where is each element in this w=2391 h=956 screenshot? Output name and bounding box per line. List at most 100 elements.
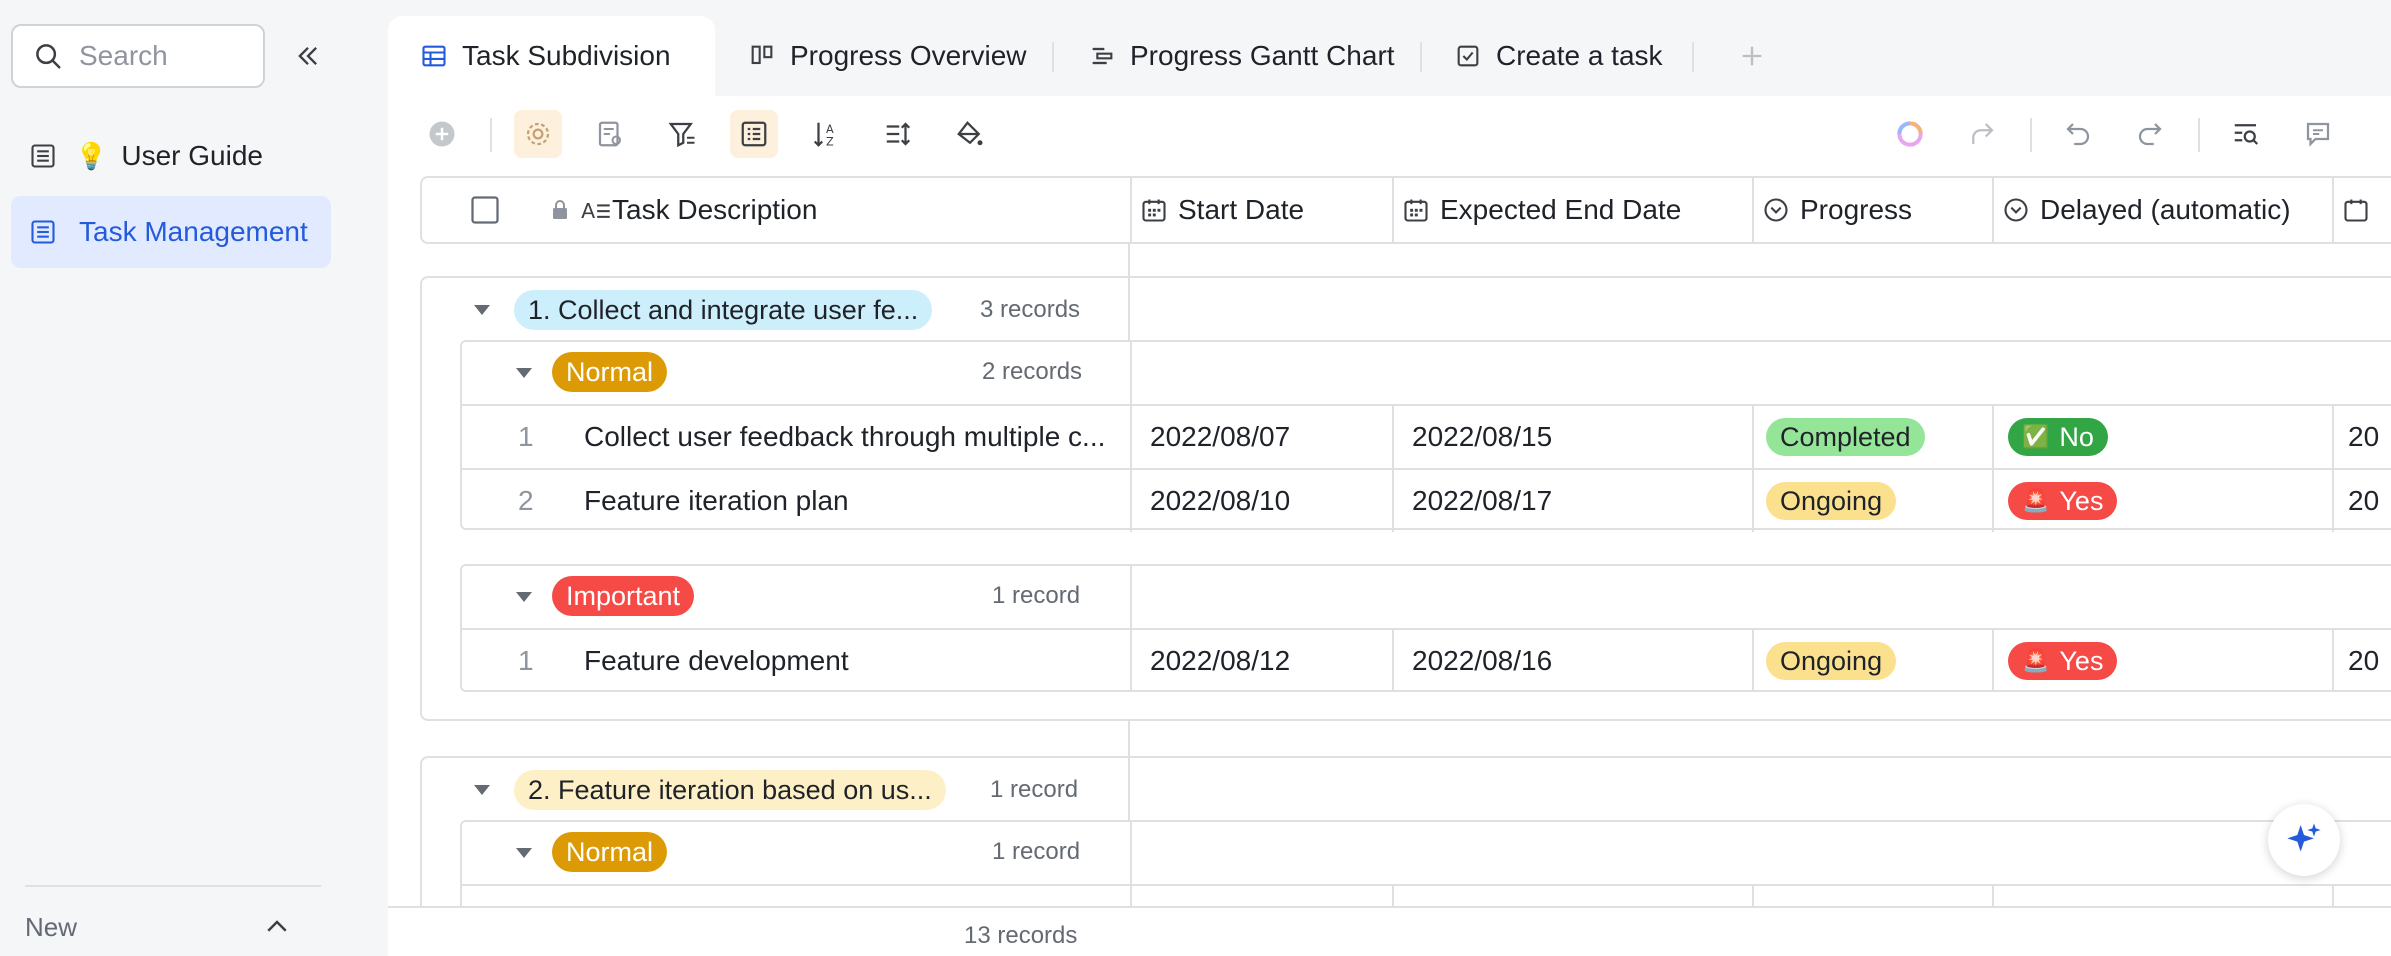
- progress-cell[interactable]: [1766, 898, 1934, 906]
- toolbar: AZ: [388, 96, 2391, 176]
- subgroup-label: Normal: [552, 832, 668, 872]
- new-section-label[interactable]: New: [25, 912, 77, 943]
- group-list-icon: [741, 121, 767, 147]
- delayed-cell[interactable]: 🚨 Yes: [2008, 630, 2118, 692]
- column-label: Delayed (automatic): [2040, 194, 2291, 225]
- column-divider: [1752, 406, 1754, 468]
- caret-down-icon[interactable]: [516, 368, 532, 378]
- column-divider: [1130, 822, 1132, 886]
- column-divider: [1992, 886, 1994, 906]
- form-checkbox-icon: [1457, 45, 1479, 67]
- progress-cell[interactable]: Ongoing: [1766, 630, 1897, 692]
- column-header-start-date[interactable]: Start Date: [1140, 178, 1304, 242]
- caret-down-icon[interactable]: [474, 785, 490, 795]
- collapse-sidebar-button[interactable]: [288, 36, 328, 76]
- column-divider: [1752, 630, 1754, 692]
- column-header-next-date[interactable]: [2342, 178, 2370, 242]
- field-settings-button[interactable]: [514, 110, 562, 158]
- caret-down-icon[interactable]: [516, 592, 532, 602]
- group-count: 1 record: [990, 776, 1079, 803]
- tab-create-a-task[interactable]: Create a task: [1454, 16, 1663, 96]
- undo-button[interactable]: [2054, 110, 2102, 158]
- subgroup-section: Normal 2 records 1 Collect user feedback…: [460, 340, 2391, 532]
- delayed-value: No: [2059, 421, 2094, 452]
- table-row[interactable]: 1 Collect user feedback through multiple…: [462, 404, 2391, 468]
- table-row[interactable]: [462, 884, 2391, 906]
- column-divider: [1392, 630, 1394, 692]
- subgroup-count: 2 records: [982, 358, 1083, 385]
- delayed-cell[interactable]: ✅ No: [2008, 406, 2108, 468]
- start-date-cell[interactable]: 2022/08/07: [1150, 406, 1290, 468]
- column-divider: [1128, 278, 1130, 342]
- column-divider: [1992, 406, 1994, 468]
- end-date-cell[interactable]: 2022/08/15: [1412, 406, 1552, 468]
- tab-task-subdivision[interactable]: Task Subdivision: [388, 16, 715, 96]
- end-date-cell[interactable]: 2022/08/17: [1412, 470, 1552, 532]
- doc-table-icon: [31, 220, 55, 244]
- search-records-button[interactable]: [2222, 110, 2270, 158]
- next-date-cell[interactable]: 20: [2348, 630, 2379, 692]
- column-header-delayed[interactable]: Delayed (automatic): [2002, 178, 2291, 242]
- sort-button[interactable]: AZ: [802, 110, 850, 158]
- search-input[interactable]: Search: [11, 24, 265, 88]
- tab-divider: [1052, 42, 1054, 72]
- delayed-cell[interactable]: [2008, 898, 2128, 906]
- ai-sparkle-button[interactable]: [2268, 804, 2340, 876]
- toolbar-divider: [490, 118, 492, 152]
- sidebar-item-user-guide[interactable]: 💡 User Guide: [11, 120, 331, 192]
- svg-text:A: A: [581, 199, 595, 223]
- delayed-cell[interactable]: 🚨 Yes: [2008, 470, 2118, 532]
- progress-cell[interactable]: Ongoing: [1766, 470, 1897, 532]
- lock-icon: [553, 200, 567, 219]
- delayed-value: Yes: [2059, 645, 2104, 676]
- task-description-cell[interactable]: Feature development: [584, 630, 1124, 692]
- row-height-button[interactable]: [874, 110, 922, 158]
- group-header[interactable]: 1. Collect and integrate user fe... 3 re…: [422, 278, 2391, 342]
- start-date-cell[interactable]: 2022/08/10: [1150, 470, 1290, 532]
- ai-assistant-button[interactable]: [1886, 110, 1934, 158]
- column-header-progress[interactable]: Progress: [1762, 178, 1912, 242]
- share-button[interactable]: [1958, 110, 2006, 158]
- tab-divider: [1692, 42, 1694, 72]
- group-header[interactable]: 2. Feature iteration based on us... 1 re…: [422, 758, 2391, 822]
- subgroup-header[interactable]: Normal 1 record: [462, 822, 2391, 886]
- tab-progress-gantt-chart[interactable]: Progress Gantt Chart: [1088, 16, 1395, 96]
- calendar-icon: [1404, 199, 1428, 222]
- column-header-expected-end-date[interactable]: Expected End Date: [1402, 178, 1681, 242]
- next-date-cell[interactable]: 20: [2348, 470, 2379, 532]
- add-record-button[interactable]: [418, 110, 466, 158]
- add-view-button[interactable]: [1732, 36, 1772, 76]
- search-icon: [36, 44, 61, 69]
- caret-down-icon[interactable]: [516, 848, 532, 858]
- double-chevron-left-icon: [298, 47, 317, 65]
- comments-button[interactable]: [2294, 110, 2342, 158]
- fill-color-button[interactable]: [946, 110, 994, 158]
- column-divider: [1392, 470, 1394, 532]
- subgroup-header[interactable]: Normal 2 records: [462, 342, 2391, 406]
- sidebar-item-task-management[interactable]: Task Management: [11, 196, 331, 268]
- task-description-cell[interactable]: Collect user feedback through multiple c…: [584, 406, 1124, 468]
- chevron-up-icon[interactable]: [262, 912, 292, 947]
- caret-down-icon[interactable]: [474, 305, 490, 315]
- calendar-icon: [1142, 199, 1166, 222]
- end-date-cell[interactable]: 2022/08/16: [1412, 630, 1552, 692]
- column-divider: [2332, 470, 2334, 532]
- redo-button[interactable]: [2126, 110, 2174, 158]
- share-icon: [1972, 123, 1994, 144]
- doc-table-icon: [31, 144, 55, 168]
- column-divider: [1752, 886, 1754, 906]
- column-header-task-description[interactable]: A Task Description: [548, 178, 817, 242]
- next-date-cell[interactable]: 20: [2348, 406, 2379, 468]
- table-row[interactable]: 2 Feature iteration plan 2022/08/10 2022…: [462, 468, 2391, 532]
- column-divider: [1392, 406, 1394, 468]
- table-row[interactable]: 1 Feature development 2022/08/12 2022/08…: [462, 628, 2391, 692]
- task-description-cell[interactable]: Feature iteration plan: [584, 470, 1124, 532]
- group-button[interactable]: [730, 110, 778, 158]
- tab-progress-overview[interactable]: Progress Overview: [748, 16, 1027, 96]
- view-config-button[interactable]: [586, 110, 634, 158]
- start-date-cell[interactable]: 2022/08/12: [1150, 630, 1290, 692]
- filter-button[interactable]: [658, 110, 706, 158]
- subgroup-header[interactable]: Important 1 record: [462, 566, 2391, 630]
- progress-cell[interactable]: Completed: [1766, 406, 1925, 468]
- select-all-checkbox[interactable]: [470, 178, 500, 242]
